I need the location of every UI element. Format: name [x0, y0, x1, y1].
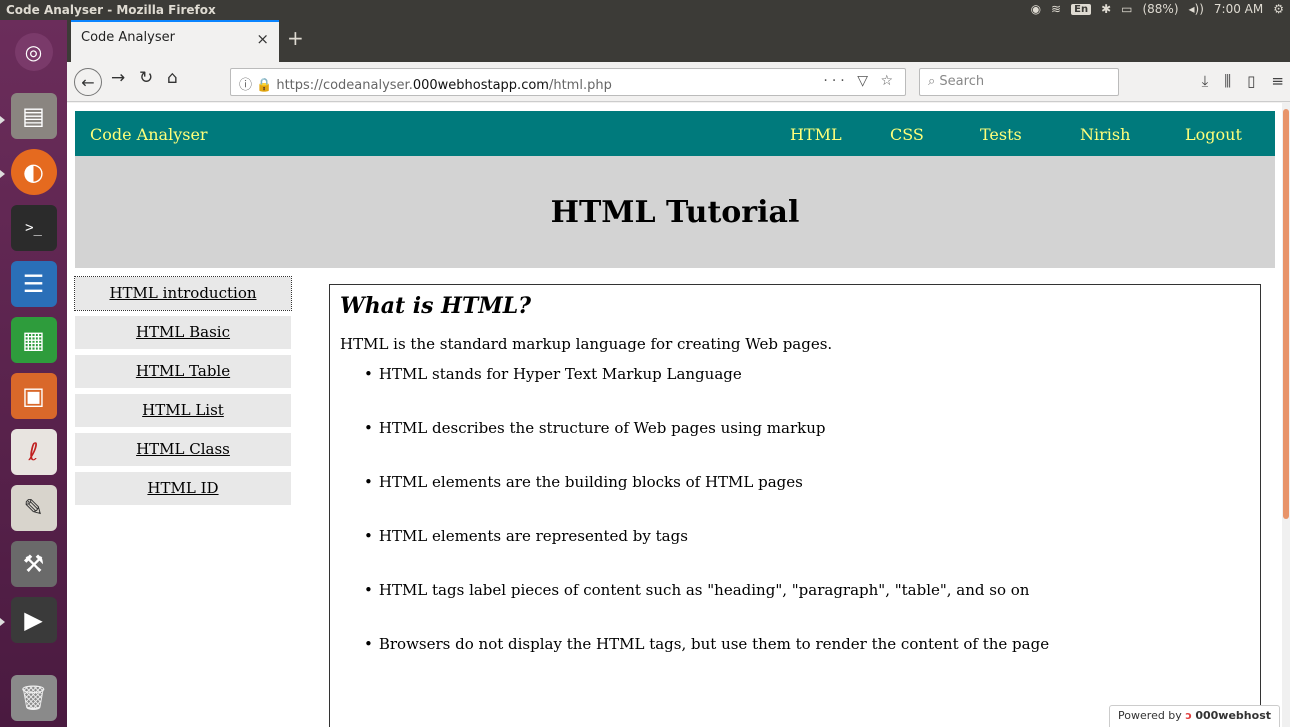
list-item: HTML stands for Hyper Text Markup Langua… — [364, 365, 1250, 419]
site-nav-links: HTML CSS Tests Nirish Logout — [790, 111, 1275, 156]
new-tab-button[interactable]: + — [287, 26, 304, 50]
tutorial-sidebar-menu: HTML introduction HTML Basic HTML Table … — [74, 276, 292, 511]
library-icon[interactable]: ⫼ — [1224, 72, 1231, 90]
sidebar-icon[interactable]: ▯ — [1247, 72, 1255, 90]
search-input[interactable]: ⌕ Search — [919, 68, 1119, 96]
unity-launcher: ◎ ▤ ◐ >_ ☰ ▦ ▣ ℓ ✎ ⚒ ▶ 🗑 — [0, 20, 67, 727]
trash-icon[interactable]: 🗑 — [6, 672, 61, 724]
tab-code-analyser[interactable]: Code Analyser × — [71, 20, 279, 62]
content-heading: What is HTML? — [340, 293, 532, 319]
battery-icon[interactable]: ▭ — [1121, 2, 1132, 16]
files-icon[interactable]: ▤ — [6, 90, 61, 142]
pocket-icon[interactable]: ▽ — [857, 73, 872, 89]
search-icon: ⌕ — [928, 74, 936, 89]
hamburger-menu-icon[interactable]: ≡ — [1271, 72, 1284, 90]
lock-icon[interactable]: 🔒 — [256, 78, 272, 93]
menu-item-html-id[interactable]: HTML ID — [75, 472, 291, 505]
ubuntu-dash-icon[interactable]: ◎ — [6, 26, 61, 78]
forward-button[interactable]: → — [111, 68, 125, 88]
list-item: HTML tags label pieces of content such a… — [364, 581, 1250, 635]
page-title: HTML Tutorial — [550, 194, 800, 230]
menu-item-html-list[interactable]: HTML List — [75, 394, 291, 427]
nav-link-logout[interactable]: Logout — [1185, 111, 1275, 156]
reload-button[interactable]: ↻ — [139, 68, 153, 88]
badge-prefix: Powered by — [1118, 709, 1182, 722]
clock[interactable]: 7:00 AM — [1214, 2, 1263, 16]
webhost-logo-icon: ↄ — [1185, 709, 1192, 722]
nav-link-user[interactable]: Nirish — [1080, 111, 1185, 156]
back-button[interactable]: ← — [74, 68, 102, 96]
window-title: Code Analyser - Mozilla Firefox — [6, 3, 216, 17]
powered-by-badge[interactable]: Powered by ↄ 000webhost — [1109, 705, 1280, 727]
menu-item-html-introduction[interactable]: HTML introduction — [74, 276, 292, 311]
site-brand-link[interactable]: Code Analyser — [90, 125, 208, 144]
firefox-window: Code Analyser × + ← → ↻ ⌂ ⓘ 🔒 https://cod… — [67, 20, 1290, 727]
menu-item-html-class[interactable]: HTML Class — [75, 433, 291, 466]
writer-icon[interactable]: ☰ — [6, 258, 61, 310]
toolbar-right: ⤓ ⫼ ▯ ≡ — [1202, 72, 1284, 90]
menu-item-html-basic[interactable]: HTML Basic — [75, 316, 291, 349]
nav-link-css[interactable]: CSS — [890, 111, 980, 156]
firefox-icon[interactable]: ◐ — [6, 146, 61, 198]
keyboard-layout-indicator[interactable]: En — [1071, 3, 1092, 15]
list-item: HTML elements are represented by tags — [364, 527, 1250, 581]
badge-brand: 000webhost — [1195, 709, 1271, 722]
bookmark-star-icon[interactable]: ☆ — [880, 73, 897, 89]
content-intro: HTML is the standard markup language for… — [340, 335, 833, 353]
tab-close-icon[interactable]: × — [256, 30, 269, 48]
tab-bar: Code Analyser × + — [67, 20, 1290, 62]
home-button[interactable]: ⌂ — [167, 68, 178, 88]
battery-percentage[interactable]: (88%) — [1142, 2, 1178, 16]
scrollbar-thumb[interactable] — [1283, 109, 1289, 519]
terminal-icon[interactable]: >_ — [6, 202, 61, 254]
list-item: HTML elements are the building blocks of… — [364, 473, 1250, 527]
tab-title: Code Analyser — [81, 30, 175, 45]
system-tray: ◉ ≋ En ✱ ▭ (88%) ◂)) 7:00 AM ⚙ — [1031, 2, 1284, 16]
site-info-icon[interactable]: ⓘ — [239, 78, 252, 93]
chrome-circle-icon[interactable]: ◉ — [1031, 2, 1041, 16]
vertical-scrollbar[interactable] — [1282, 103, 1290, 727]
text-editor-icon[interactable]: ✎ — [6, 482, 61, 534]
downloads-icon[interactable]: ⤓ — [1202, 72, 1209, 90]
content-bullet-list: HTML stands for Hyper Text Markup Langua… — [340, 365, 1250, 689]
site-navbar: Code Analyser HTML CSS Tests Nirish Logo… — [75, 111, 1275, 156]
navigation-toolbar: ← → ↻ ⌂ ⓘ 🔒 https://codeanalyser.000webho… — [67, 62, 1290, 102]
menu-item-html-table[interactable]: HTML Table — [75, 355, 291, 388]
bluetooth-icon[interactable]: ✱ — [1101, 2, 1111, 16]
tutorial-content: What is HTML? HTML is the standard marku… — [329, 284, 1261, 727]
url-prefix: https://codeanalyser. — [276, 78, 413, 93]
list-item: Browsers do not display the HTML tags, b… — [364, 635, 1250, 689]
page-actions-menu-icon[interactable]: ··· — [823, 73, 848, 89]
system-settings-icon[interactable]: ⚒ — [6, 538, 61, 590]
volume-icon[interactable]: ◂)) — [1189, 2, 1204, 16]
calc-icon[interactable]: ▦ — [6, 314, 61, 366]
page-actions: ··· ▽ ☆ — [823, 73, 897, 89]
nav-link-tests[interactable]: Tests — [980, 111, 1080, 156]
list-item: HTML describes the structure of Web page… — [364, 419, 1250, 473]
url-bar[interactable]: ⓘ 🔒 https://codeanalyser.000webhostapp.co… — [230, 68, 906, 96]
page-header: HTML Tutorial — [75, 156, 1275, 268]
nav-link-html[interactable]: HTML — [790, 111, 890, 156]
video-editor-icon[interactable]: ▶ — [6, 594, 61, 646]
system-top-panel: Code Analyser - Mozilla Firefox ◉ ≋ En ✱… — [0, 0, 1290, 20]
page-viewport: Code Analyser HTML CSS Tests Nirish Logo… — [67, 103, 1290, 727]
impress-icon[interactable]: ▣ — [6, 370, 61, 422]
wifi-icon[interactable]: ≋ — [1051, 2, 1061, 16]
url-path: /html.php — [548, 78, 612, 93]
search-placeholder: Search — [939, 74, 985, 89]
url-domain: 000webhostapp.com — [412, 78, 549, 93]
document-viewer-icon[interactable]: ℓ — [6, 426, 61, 478]
settings-gear-icon[interactable]: ⚙ — [1273, 2, 1284, 16]
